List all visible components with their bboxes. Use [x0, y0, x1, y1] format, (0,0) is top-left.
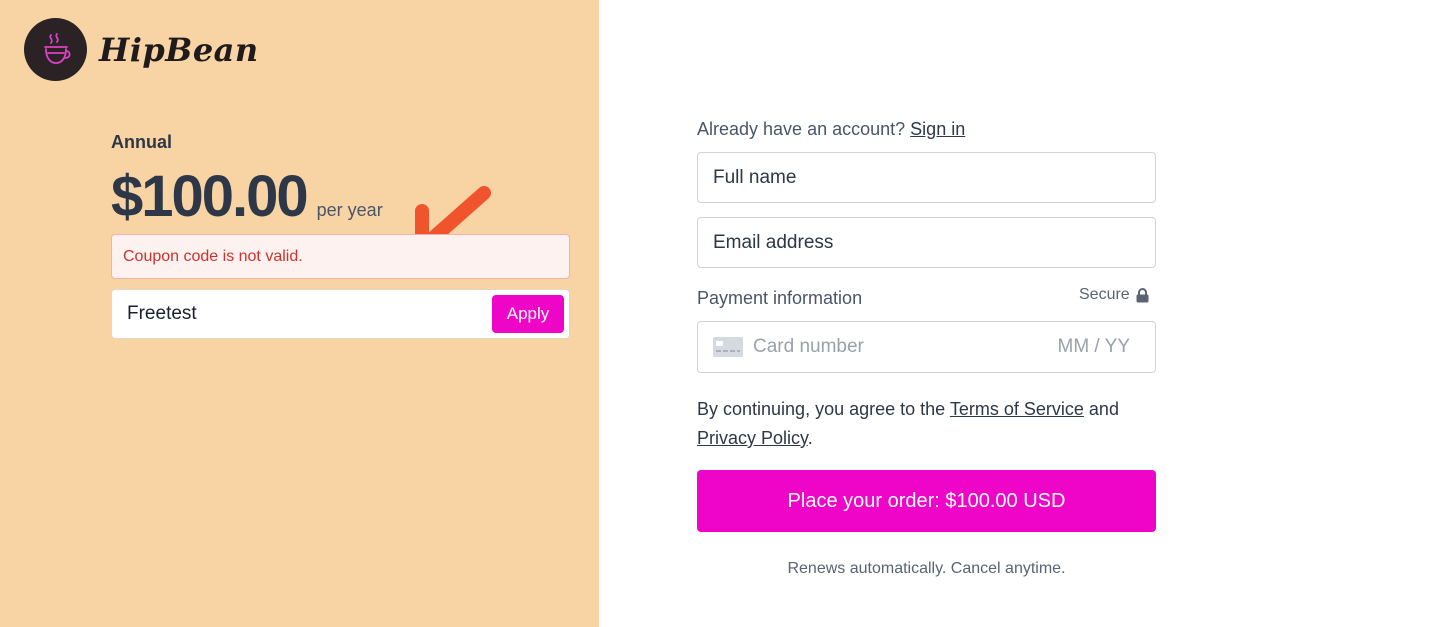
credit-card-icon — [713, 337, 743, 357]
terms-suffix: . — [807, 428, 813, 448]
brand-logo[interactable]: HipBean — [24, 18, 259, 81]
renewal-note: Renews automatically. Cancel anytime. — [787, 560, 1066, 577]
coupon-error-alert: Coupon code is not valid. — [111, 234, 570, 279]
secure-label: Secure — [1079, 286, 1130, 303]
full-name-input[interactable] — [698, 153, 1155, 202]
plan-price: $100.00 — [111, 164, 309, 229]
card-expiry-input[interactable] — [1040, 336, 1130, 358]
place-order-button[interactable]: Place your order: $100.00 USD — [697, 470, 1156, 532]
email-field — [697, 217, 1156, 268]
lock-icon — [1136, 287, 1149, 302]
terms-and: and — [1088, 399, 1119, 419]
signin-link[interactable]: Sign in — [910, 119, 965, 139]
terms-of-service-link[interactable]: Terms of Service — [950, 399, 1084, 419]
card-field — [697, 321, 1156, 373]
coupon-form: Apply — [111, 289, 570, 339]
signin-prompt-text: Already have an account? — [697, 119, 906, 139]
payment-label: Payment information — [697, 288, 863, 308]
secure-indicator: Secure — [1079, 286, 1149, 304]
apply-coupon-button[interactable]: Apply — [492, 295, 564, 333]
plan-period: per year — [316, 200, 383, 220]
coupon-error-text: Coupon code is not valid. — [123, 247, 303, 265]
checkout-panel: Already have an account? Sign in Payment… — [599, 0, 1440, 627]
coffee-cup-icon — [24, 18, 87, 81]
coupon-input[interactable] — [112, 290, 492, 338]
signin-prompt: Already have an account? Sign in — [697, 119, 965, 140]
terms-prefix: By continuing, you agree to the — [697, 399, 946, 419]
terms-text: By continuing, you agree to the Terms of… — [697, 395, 1167, 453]
price-row: $100.00 per year — [111, 163, 383, 230]
plan-summary-panel: HipBean Annual $100.00 per year Coupon c… — [0, 0, 599, 627]
card-number-input[interactable] — [753, 336, 1040, 358]
full-name-field — [697, 152, 1156, 203]
privacy-policy-link[interactable]: Privacy Policy — [697, 428, 808, 448]
email-input[interactable] — [698, 218, 1155, 267]
plan-label: Annual — [111, 132, 172, 152]
brand-name: HipBean — [99, 30, 259, 69]
